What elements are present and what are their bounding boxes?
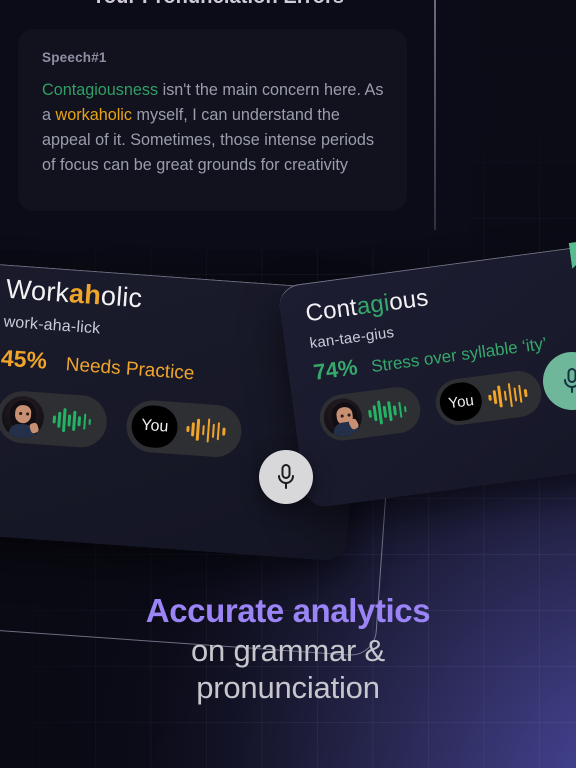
word-prefix: Work: [4, 273, 71, 309]
word-card-contagious[interactable]: Contagious kan-tae-gius 74% Stress over …: [277, 240, 576, 510]
audio-pill-reference[interactable]: [0, 389, 109, 450]
score-percent: 74%: [311, 354, 359, 385]
score-percent: 45%: [0, 344, 48, 374]
speech-card: Speech#1 Contagiousness isn't the main c…: [18, 29, 407, 211]
bottom-copy: Accurate analytics on grammar & pronunci…: [0, 592, 576, 706]
transcript-segment-orange: workaholic: [55, 106, 132, 124]
avatar: [0, 394, 46, 440]
word-highlight: agi: [355, 289, 392, 321]
word-prefix: Cont: [304, 293, 359, 328]
speech-transcript: Contagiousness isn't the main concern he…: [42, 78, 385, 178]
waveform-icon: [186, 416, 226, 445]
panel-divider: [434, 0, 436, 230]
record-button-center[interactable]: [259, 450, 313, 504]
word-suffix: ous: [387, 284, 430, 317]
audio-pill-you[interactable]: You: [433, 368, 544, 428]
word-highlight: ah: [68, 278, 103, 311]
waveform-icon: [487, 380, 528, 411]
waveform-icon: [52, 406, 92, 435]
page-title: Your Pronunciation Errors: [0, 0, 436, 6]
audio-pill-reference[interactable]: [316, 384, 424, 444]
app-screen: Your Pronunciation Errors Speech#1 Conta…: [0, 0, 576, 768]
you-badge: You: [437, 380, 485, 424]
bottom-headline: Accurate analytics: [145, 592, 431, 629]
you-badge: You: [130, 404, 180, 450]
bottom-subline-2: pronunciation: [196, 670, 380, 705]
word-suffix: olic: [99, 280, 144, 314]
score-note: Needs Practice: [65, 354, 196, 385]
speech-label: Speech#1: [42, 50, 107, 65]
transcript-segment-green: Contagiousness: [42, 81, 159, 99]
avatar: [321, 396, 365, 439]
bottom-subline-1: on grammar &: [191, 633, 385, 668]
microphone-icon: [278, 464, 294, 489]
waveform-icon: [367, 396, 408, 427]
microphone-icon: [564, 368, 576, 393]
audio-pill-you[interactable]: You: [125, 398, 243, 459]
